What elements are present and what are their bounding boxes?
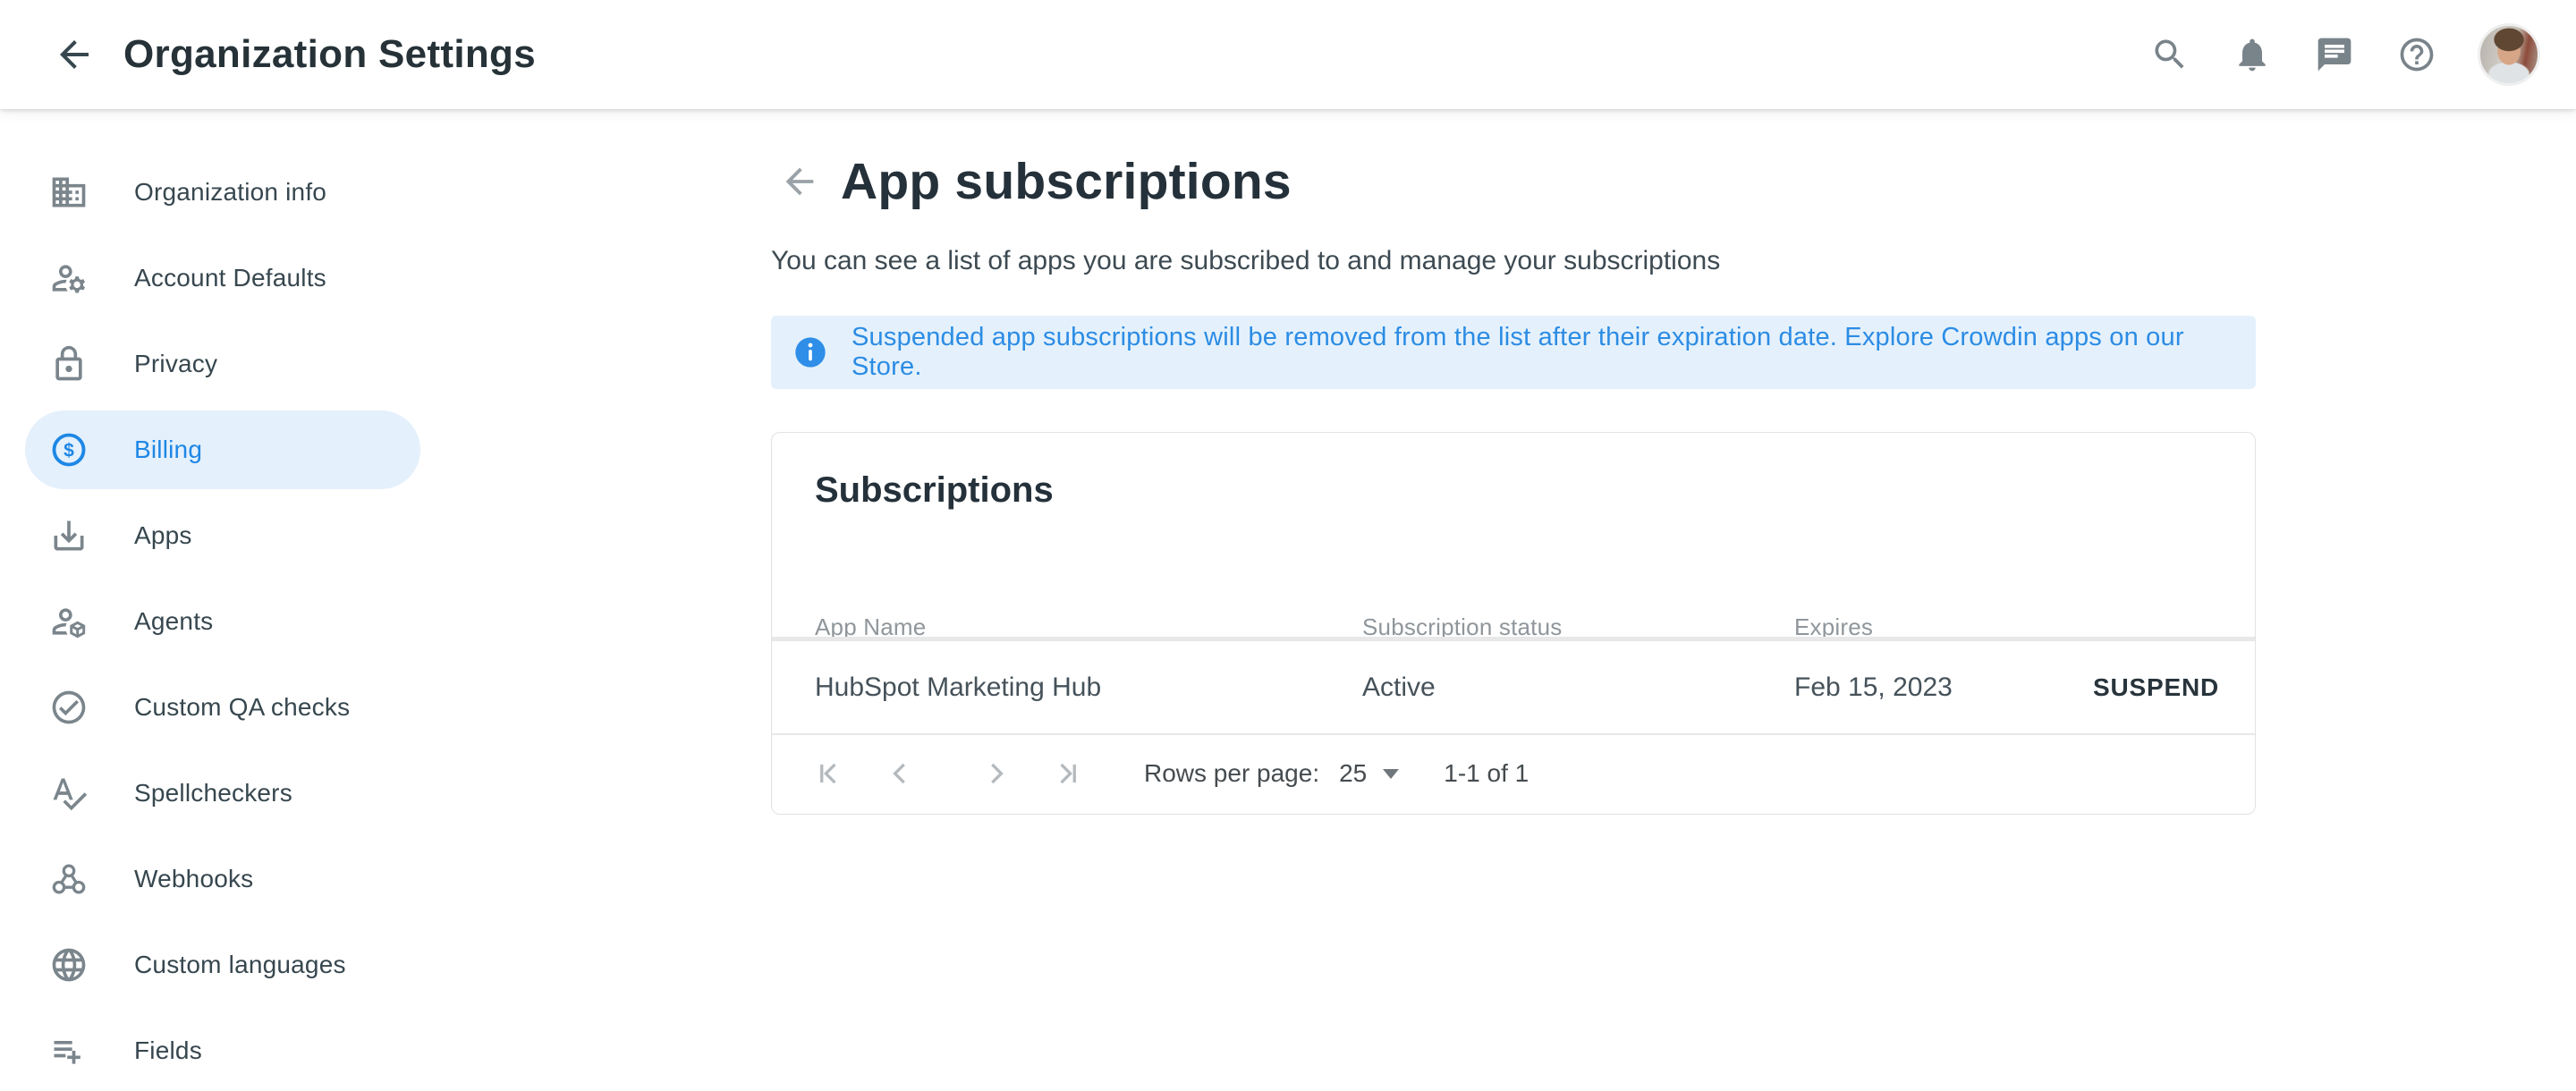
playlist-add-icon [49, 1031, 89, 1070]
search-icon [2150, 35, 2190, 74]
sidebar-item-label: Custom languages [134, 951, 346, 979]
info-banner: Suspended app subscriptions will be remo… [771, 316, 2256, 389]
check-circle-icon [49, 688, 89, 727]
sidebar-item-custom-qa-checks[interactable]: Custom QA checks [0, 664, 420, 750]
table-row: HubSpot Marketing Hub Active Feb 15, 202… [772, 641, 2255, 733]
sidebar-item-account-defaults[interactable]: Account Defaults [0, 235, 420, 321]
help-button[interactable] [2395, 33, 2438, 76]
next-page-button[interactable] [974, 752, 1017, 795]
info-icon [792, 334, 828, 370]
previous-page-button[interactable] [879, 752, 922, 795]
sidebar-item-custom-languages[interactable]: Custom languages [0, 922, 420, 1008]
sidebar-item-billing[interactable]: $ Billing [0, 407, 420, 493]
lock-icon [49, 344, 89, 384]
pagination-range: 1-1 of 1 [1444, 759, 1529, 788]
top-bar: Organization Settings [0, 0, 2576, 109]
dollar-circle-icon: $ [49, 430, 89, 469]
search-button[interactable] [2148, 33, 2191, 76]
sidebar-item-label: Agents [134, 607, 213, 636]
spellcheck-icon [49, 774, 89, 813]
first-page-button[interactable] [808, 752, 851, 795]
back-arrow-icon [779, 161, 820, 202]
last-page-button[interactable] [1046, 752, 1089, 795]
page: Organization Settings Organization [0, 0, 2576, 1091]
settings-sidebar: Organization info Account Defaults Priva… [0, 109, 420, 1091]
svg-text:$: $ [64, 441, 74, 461]
chevron-right-icon [976, 754, 1015, 793]
last-page-icon [1047, 754, 1087, 793]
main-back-button[interactable] [778, 160, 821, 203]
notifications-button[interactable] [2231, 33, 2274, 76]
page-title: Organization Settings [123, 32, 536, 77]
sidebar-item-fields[interactable]: Fields [0, 1008, 420, 1091]
globe-icon [49, 945, 89, 985]
help-icon [2397, 35, 2436, 74]
card-title: Subscriptions [815, 470, 1054, 511]
dropdown-caret-icon[interactable] [1383, 769, 1399, 779]
cell-subscription-status: Active [1362, 672, 1436, 703]
messages-button[interactable] [2313, 33, 2356, 76]
sidebar-item-label: Privacy [134, 350, 217, 378]
cell-app-name: HubSpot Marketing Hub [815, 672, 1101, 703]
rows-per-page-label: Rows per page: [1144, 759, 1319, 788]
section-title: App subscriptions [841, 152, 1292, 211]
user-avatar[interactable] [2478, 23, 2540, 86]
sidebar-item-agents[interactable]: Agents [0, 579, 420, 664]
header-back-button[interactable] [50, 30, 98, 79]
sidebar-item-label: Webhooks [134, 865, 253, 893]
chat-icon [2315, 35, 2354, 74]
bell-icon [2233, 35, 2272, 74]
building-icon [49, 173, 89, 212]
suspend-button[interactable]: SUSPEND [2088, 672, 2224, 703]
sidebar-item-label: Apps [134, 521, 192, 550]
chevron-left-icon [881, 754, 920, 793]
sidebar-item-label: Fields [134, 1036, 202, 1065]
first-page-icon [809, 754, 849, 793]
back-arrow-icon [53, 33, 96, 76]
sidebar-item-apps[interactable]: Apps [0, 493, 420, 579]
sidebar-item-label: Billing [134, 436, 202, 464]
sidebar-item-label: Organization info [134, 178, 326, 207]
download-tray-icon [49, 516, 89, 555]
section-subtitle: You can see a list of apps you are subsc… [771, 245, 2256, 276]
sidebar-item-privacy[interactable]: Privacy [0, 321, 420, 407]
person-cube-icon [49, 602, 89, 641]
sidebar-item-label: Spellcheckers [134, 779, 292, 808]
webhook-icon [49, 859, 89, 899]
sidebar-item-spellcheckers[interactable]: Spellcheckers [0, 750, 420, 836]
subscriptions-card: Subscriptions App Name Subscription stat… [771, 432, 2256, 815]
topbar-actions [2148, 23, 2540, 86]
sidebar-item-label: Custom QA checks [134, 693, 350, 722]
cell-expires: Feb 15, 2023 [1794, 672, 1953, 703]
main-title-row: App subscriptions [778, 152, 2256, 211]
pagination-bar: Rows per page: 25 1-1 of 1 [808, 735, 2212, 812]
sidebar-item-webhooks[interactable]: Webhooks [0, 836, 420, 922]
sidebar-item-label: Account Defaults [134, 264, 326, 292]
info-banner-text[interactable]: Suspended app subscriptions will be remo… [852, 323, 2256, 382]
person-gear-icon [49, 258, 89, 298]
main-content: App subscriptions You can see a list of … [771, 109, 2256, 815]
sidebar-item-organization-info[interactable]: Organization info [0, 149, 420, 235]
rows-per-page-value[interactable]: 25 [1339, 759, 1367, 788]
